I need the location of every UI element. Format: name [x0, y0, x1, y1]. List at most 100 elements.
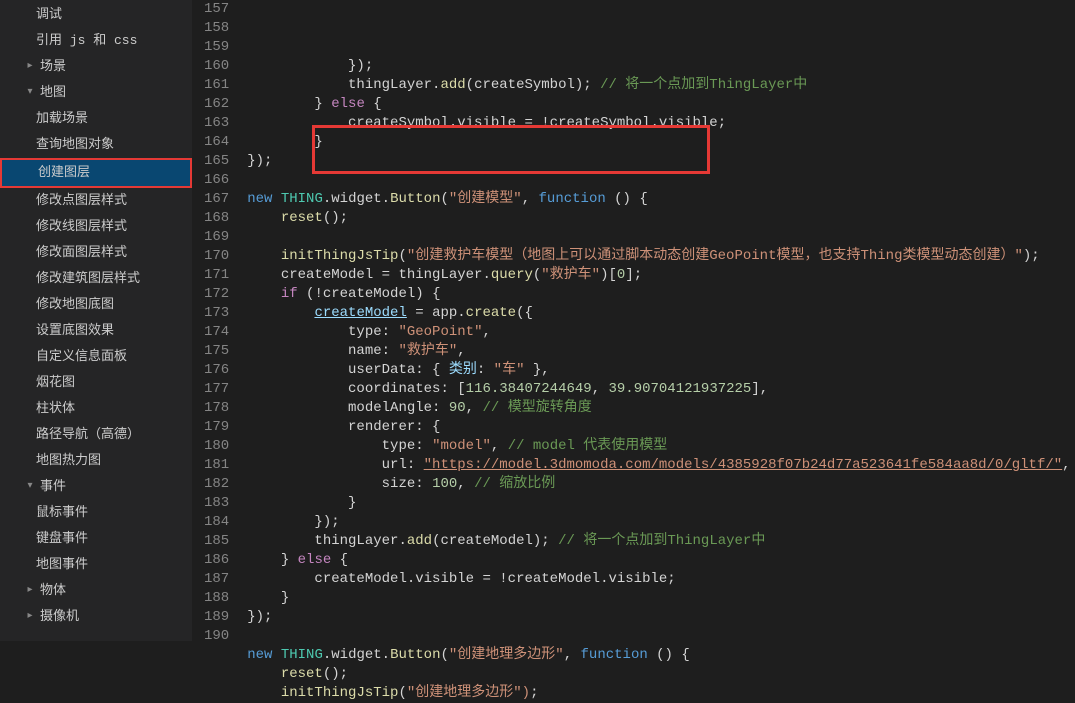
sidebar-label: 场景: [40, 58, 66, 76]
code-line[interactable]: initThingJsTip("创建地理多边形");: [247, 684, 1075, 703]
sidebar: 调试引用 js 和 css▸场景▾地图加载场景查询地图对象创建图层修改点图层样式…: [0, 0, 192, 641]
code-line[interactable]: thingLayer.add(createModel); // 将一个点加到Th…: [247, 532, 1075, 551]
code-line[interactable]: reset();: [247, 209, 1075, 228]
code-line[interactable]: if (!createModel) {: [247, 285, 1075, 304]
twisty-icon: ▾: [24, 84, 36, 102]
code-line[interactable]: userData: { 类别: "车" },: [247, 361, 1075, 380]
code-content[interactable]: }); thingLayer.add(createSymbol); // 将一个…: [247, 0, 1075, 641]
sidebar-item-8[interactable]: 修改线图层样式: [0, 214, 192, 240]
sidebar-item-16[interactable]: 路径导航（高德）: [0, 422, 192, 448]
sidebar-item-20[interactable]: 键盘事件: [0, 526, 192, 552]
code-line[interactable]: createModel = app.create({: [247, 304, 1075, 323]
code-line[interactable]: size: 100, // 缩放比例: [247, 475, 1075, 494]
code-line[interactable]: createModel = thingLayer.query("救护车")[0]…: [247, 266, 1075, 285]
code-line[interactable]: }: [247, 494, 1075, 513]
code-line[interactable]: });: [247, 57, 1075, 76]
sidebar-item-12[interactable]: 设置底图效果: [0, 318, 192, 344]
sidebar-label: 摄像机: [40, 608, 79, 626]
line-number: 160: [204, 57, 229, 76]
line-number: 171: [204, 266, 229, 285]
code-line[interactable]: } else {: [247, 95, 1075, 114]
line-number: 164: [204, 133, 229, 152]
sidebar-label: 修改面图层样式: [36, 244, 127, 262]
twisty-icon: ▾: [24, 478, 36, 496]
sidebar-label: 自定义信息面板: [36, 348, 127, 366]
code-line[interactable]: coordinates: [116.38407244649, 39.907041…: [247, 380, 1075, 399]
code-line[interactable]: [247, 228, 1075, 247]
sidebar-item-19[interactable]: 鼠标事件: [0, 500, 192, 526]
code-line[interactable]: });: [247, 513, 1075, 532]
sidebar-item-22[interactable]: ▸物体: [0, 578, 192, 604]
sidebar-item-6[interactable]: 创建图层: [0, 158, 192, 188]
code-line[interactable]: modelAngle: 90, // 模型旋转角度: [247, 399, 1075, 418]
line-number: 174: [204, 323, 229, 342]
code-line[interactable]: thingLayer.add(createSymbol); // 将一个点加到T…: [247, 76, 1075, 95]
code-line[interactable]: createModel.visible = !createModel.visib…: [247, 570, 1075, 589]
sidebar-item-3[interactable]: ▾地图: [0, 80, 192, 106]
sidebar-item-17[interactable]: 地图热力图: [0, 448, 192, 474]
sidebar-label: 地图事件: [36, 556, 88, 574]
line-number: 169: [204, 228, 229, 247]
sidebar-item-23[interactable]: ▸摄像机: [0, 604, 192, 630]
line-number: 186: [204, 551, 229, 570]
sidebar-label: 调试: [36, 6, 62, 24]
line-number: 185: [204, 532, 229, 551]
code-line[interactable]: reset();: [247, 665, 1075, 684]
code-line[interactable]: }: [247, 133, 1075, 152]
sidebar-item-2[interactable]: ▸场景: [0, 54, 192, 80]
line-number: 179: [204, 418, 229, 437]
code-line[interactable]: [247, 627, 1075, 646]
line-number: 170: [204, 247, 229, 266]
sidebar-item-11[interactable]: 修改地图底图: [0, 292, 192, 318]
code-line[interactable]: } else {: [247, 551, 1075, 570]
code-line[interactable]: createSymbol.visible = !createSymbol.vis…: [247, 114, 1075, 133]
sidebar-item-13[interactable]: 自定义信息面板: [0, 344, 192, 370]
code-line[interactable]: type: "model", // model 代表使用模型: [247, 437, 1075, 456]
twisty-icon: ▸: [24, 582, 36, 600]
code-line[interactable]: });: [247, 608, 1075, 627]
sidebar-label: 创建图层: [38, 164, 90, 182]
code-line[interactable]: renderer: {: [247, 418, 1075, 437]
line-number: 173: [204, 304, 229, 323]
code-line[interactable]: name: "救护车",: [247, 342, 1075, 361]
line-number: 176: [204, 361, 229, 380]
line-number: 178: [204, 399, 229, 418]
sidebar-item-9[interactable]: 修改面图层样式: [0, 240, 192, 266]
line-number: 165: [204, 152, 229, 171]
sidebar-item-1[interactable]: 引用 js 和 css: [0, 28, 192, 54]
code-line[interactable]: }: [247, 589, 1075, 608]
line-number: 166: [204, 171, 229, 190]
sidebar-label: 键盘事件: [36, 530, 88, 548]
line-number: 175: [204, 342, 229, 361]
code-line[interactable]: type: "GeoPoint",: [247, 323, 1075, 342]
code-line[interactable]: });: [247, 152, 1075, 171]
sidebar-item-7[interactable]: 修改点图层样式: [0, 188, 192, 214]
sidebar-item-10[interactable]: 修改建筑图层样式: [0, 266, 192, 292]
line-number: 168: [204, 209, 229, 228]
code-line[interactable]: url: "https://model.3dmomoda.com/models/…: [247, 456, 1075, 475]
code-line[interactable]: new THING.widget.Button("创建模型", function…: [247, 190, 1075, 209]
sidebar-item-4[interactable]: 加载场景: [0, 106, 192, 132]
line-number: 157: [204, 0, 229, 19]
sidebar-label: 查询地图对象: [36, 136, 114, 154]
line-number: 182: [204, 475, 229, 494]
code-line[interactable]: initThingJsTip("创建救护车模型（地图上可以通过脚本动态创建Geo…: [247, 247, 1075, 266]
line-number: 181: [204, 456, 229, 475]
sidebar-label: 地图: [40, 84, 66, 102]
line-number: 180: [204, 437, 229, 456]
sidebar-item-21[interactable]: 地图事件: [0, 552, 192, 578]
sidebar-label: 路径导航（高德）: [36, 426, 140, 444]
line-number: 172: [204, 285, 229, 304]
sidebar-label: 修改地图底图: [36, 296, 114, 314]
sidebar-item-15[interactable]: 柱状体: [0, 396, 192, 422]
code-line[interactable]: [247, 171, 1075, 190]
code-line[interactable]: new THING.widget.Button("创建地理多边形", funct…: [247, 646, 1075, 665]
line-number: 183: [204, 494, 229, 513]
sidebar-item-5[interactable]: 查询地图对象: [0, 132, 192, 158]
sidebar-item-14[interactable]: 烟花图: [0, 370, 192, 396]
code-editor[interactable]: 1571581591601611621631641651661671681691…: [192, 0, 1075, 641]
line-number: 190: [204, 627, 229, 646]
sidebar-item-18[interactable]: ▾事件: [0, 474, 192, 500]
sidebar-item-0[interactable]: 调试: [0, 2, 192, 28]
sidebar-label: 加载场景: [36, 110, 88, 128]
